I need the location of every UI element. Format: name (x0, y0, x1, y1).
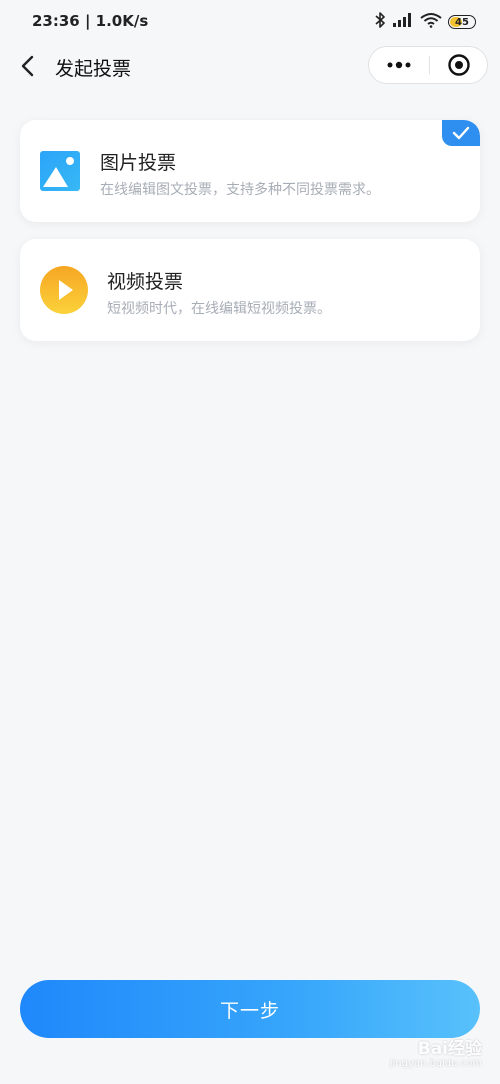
back-arrow-icon[interactable] (14, 52, 42, 80)
bluetooth-icon (374, 11, 386, 33)
play-icon (40, 266, 88, 314)
option-description: 短视频时代，在线编辑短视频投票。 (107, 301, 331, 317)
option-description: 在线编辑图文投票，支持多种不同投票需求。 (100, 182, 380, 198)
option-title: 图片投票 (100, 152, 177, 174)
image-icon (40, 151, 80, 191)
status-bar: 23:36 | 1.0K/s 45 (0, 0, 500, 44)
status-icons: 45 (374, 10, 476, 34)
option-image-vote[interactable]: 图片投票 在线编辑图文投票，支持多种不同投票需求。 (20, 120, 480, 222)
watermark-text: Bai经验 (417, 1039, 482, 1059)
status-time: 23:36 | 1.0K/s (32, 12, 149, 30)
option-video-vote[interactable]: 视频投票 短视频时代，在线编辑短视频投票。 (20, 239, 480, 341)
signal-icon (392, 12, 414, 32)
page-title: 发起投票 (55, 58, 132, 80)
wifi-icon (420, 12, 442, 32)
baidu-watermark: Bai经验 jingyan.baidu.com (390, 1030, 482, 1076)
watermark-url: jingyan.baidu.com (389, 1058, 482, 1069)
battery-level: 45 (455, 16, 469, 28)
more-dots-icon[interactable] (369, 47, 429, 83)
nav-bar: 发起投票 (0, 44, 500, 88)
mini-program-capsule (368, 46, 488, 84)
battery-icon: 45 (448, 15, 476, 29)
selected-check-icon (442, 120, 480, 146)
target-close-icon[interactable] (430, 47, 488, 83)
option-title: 视频投票 (107, 271, 184, 293)
